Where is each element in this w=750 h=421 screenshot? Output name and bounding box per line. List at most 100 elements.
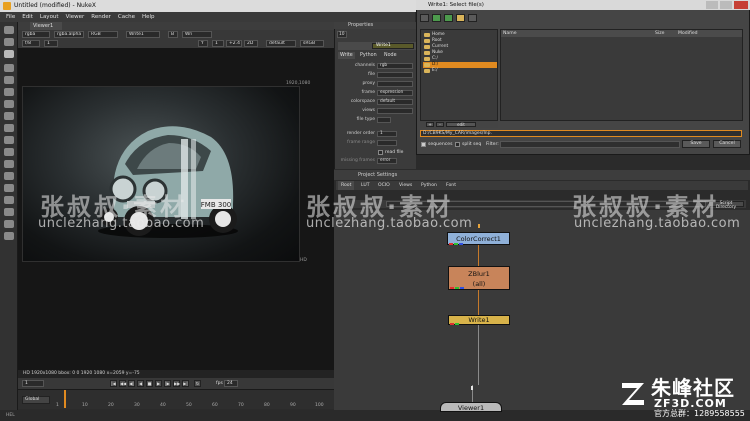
- fstop-field[interactable]: f/8: [22, 40, 40, 47]
- back-arrow-icon[interactable]: [432, 14, 441, 22]
- particles-nodes-icon[interactable]: [4, 196, 14, 204]
- timeline-range-select[interactable]: Global: [22, 396, 50, 404]
- colorspace-select[interactable]: default: [377, 99, 413, 105]
- file-type-select[interactable]: [377, 117, 391, 123]
- view-mode-select[interactable]: 2D: [244, 40, 258, 47]
- other-nodes-icon[interactable]: [4, 220, 14, 228]
- viewer-lut-select[interactable]: sRGB: [300, 40, 324, 47]
- timeline-playhead[interactable]: [64, 390, 66, 408]
- menu-viewer[interactable]: Viewer: [66, 12, 85, 22]
- menu-help[interactable]: Help: [142, 12, 155, 22]
- pointer-tool-icon[interactable]: [4, 26, 14, 34]
- input-a-select[interactable]: Write1: [126, 31, 160, 38]
- cancel-button[interactable]: Cancel: [713, 140, 741, 148]
- size-column-header[interactable]: Size: [655, 30, 664, 37]
- viewer-wire[interactable]: [478, 325, 479, 385]
- tab-write[interactable]: Write: [338, 52, 355, 59]
- color-nodes-icon[interactable]: [4, 100, 14, 108]
- name-column-header[interactable]: Name: [503, 30, 517, 37]
- input-b-select[interactable]: Wri: [182, 31, 212, 38]
- image-nodes-icon[interactable]: [4, 50, 14, 58]
- node-name-field[interactable]: Write1: [372, 43, 414, 49]
- split-seq-checkbox[interactable]: [455, 142, 460, 147]
- step-forward-button[interactable]: |▶: [164, 380, 171, 387]
- play-backward-button[interactable]: ◀: [137, 380, 144, 387]
- edit-favorite-button[interactable]: edit: [446, 122, 476, 127]
- 3d-nodes-icon[interactable]: [4, 160, 14, 168]
- gamma-y-field[interactable]: Y: [198, 40, 208, 47]
- file-path-input[interactable]: D:/CB9KS/My_CAR/images/Inp.: [420, 130, 742, 137]
- proxy-select[interactable]: default: [266, 40, 296, 47]
- menu-cache[interactable]: Cache: [118, 12, 135, 22]
- fps-field[interactable]: 24: [224, 380, 238, 387]
- menu-file[interactable]: File: [6, 12, 15, 22]
- sequences-checkbox[interactable]: [421, 142, 426, 147]
- tab-node[interactable]: Node: [382, 52, 399, 59]
- dialog-title-bar: Write1: Select file(s): [416, 0, 750, 10]
- preview-icon[interactable]: [468, 14, 477, 22]
- first-frame-button[interactable]: |◀: [110, 380, 117, 387]
- green-channel-indicator: [454, 243, 458, 245]
- draw-nodes-icon[interactable]: [4, 64, 14, 72]
- close-icon[interactable]: [734, 1, 748, 9]
- current-frame-field[interactable]: 1: [22, 380, 44, 387]
- filter-input[interactable]: [500, 141, 680, 148]
- channels-select[interactable]: rgb: [377, 63, 413, 69]
- keyer-nodes-icon[interactable]: [4, 124, 14, 132]
- step-back-button[interactable]: ◀|: [128, 380, 135, 387]
- add-favorite-button[interactable]: +: [426, 122, 434, 127]
- display-channel-select[interactable]: rgba.alpha: [54, 31, 84, 38]
- last-frame-button[interactable]: ▶|: [182, 380, 189, 387]
- up-folder-icon[interactable]: [420, 14, 429, 22]
- render-order-field[interactable]: 1: [377, 131, 397, 137]
- menu-edit[interactable]: Edit: [22, 12, 33, 22]
- toolsets-icon[interactable]: [4, 208, 14, 216]
- save-button[interactable]: Save: [682, 140, 710, 148]
- tab-python[interactable]: Python: [358, 52, 379, 59]
- stop-button[interactable]: ■: [146, 380, 153, 387]
- connection-wire[interactable]: [478, 245, 479, 266]
- metadata-nodes-icon[interactable]: [4, 184, 14, 192]
- connection-wire[interactable]: [478, 290, 479, 315]
- forward-arrow-icon[interactable]: [444, 14, 453, 22]
- loop-mode-button[interactable]: ↻: [194, 380, 201, 387]
- channel-set-select[interactable]: rgba: [22, 31, 50, 38]
- play-forward-button[interactable]: ▶: [155, 380, 162, 387]
- menu-render[interactable]: Render: [91, 12, 111, 22]
- viewer-node[interactable]: Viewer1: [440, 402, 502, 412]
- read-file-checkbox[interactable]: [378, 150, 383, 155]
- viewer-tab[interactable]: Viewer1: [30, 22, 62, 30]
- furnace-nodes-icon[interactable]: [4, 232, 14, 240]
- next-keyframe-button[interactable]: ▶▶: [173, 380, 180, 387]
- menu-layout[interactable]: Layout: [40, 12, 59, 22]
- views-field[interactable]: [377, 108, 413, 114]
- frame-select[interactable]: expression: [377, 90, 413, 96]
- gain-field[interactable]: 1: [44, 40, 58, 47]
- wipe-b-toggle[interactable]: B: [168, 31, 178, 38]
- viewer-input-pin[interactable]: [471, 386, 473, 390]
- zoom-field[interactable]: +2.4: [226, 40, 242, 47]
- frame-range-field[interactable]: [377, 140, 397, 146]
- views-nodes-icon[interactable]: [4, 172, 14, 180]
- transform-nodes-icon[interactable]: [4, 148, 14, 156]
- merge-nodes-icon[interactable]: [4, 136, 14, 144]
- channel-nodes-icon[interactable]: [4, 88, 14, 96]
- file-list[interactable]: [500, 29, 743, 121]
- input-pin[interactable]: [478, 224, 480, 228]
- dir-item-e[interactable]: E:/: [423, 68, 497, 74]
- time-nodes-icon[interactable]: [4, 76, 14, 84]
- missing-frames-select[interactable]: error: [377, 158, 397, 164]
- new-folder-icon[interactable]: [456, 14, 465, 22]
- remove-favorite-button[interactable]: -: [436, 122, 444, 127]
- file-field[interactable]: [377, 72, 413, 78]
- modified-column-header[interactable]: Modified: [678, 30, 698, 37]
- filter-nodes-icon[interactable]: [4, 112, 14, 120]
- minimize-icon[interactable]: [706, 1, 718, 9]
- gamma-field[interactable]: 1: [212, 40, 224, 47]
- prev-keyframe-button[interactable]: ◀◀: [119, 380, 126, 387]
- max-panels-field[interactable]: 10: [337, 31, 347, 38]
- brush-tool-icon[interactable]: [4, 38, 14, 46]
- maximize-icon[interactable]: [720, 1, 732, 9]
- proxy-field[interactable]: [377, 81, 413, 87]
- rgb-select[interactable]: RGB: [88, 31, 118, 38]
